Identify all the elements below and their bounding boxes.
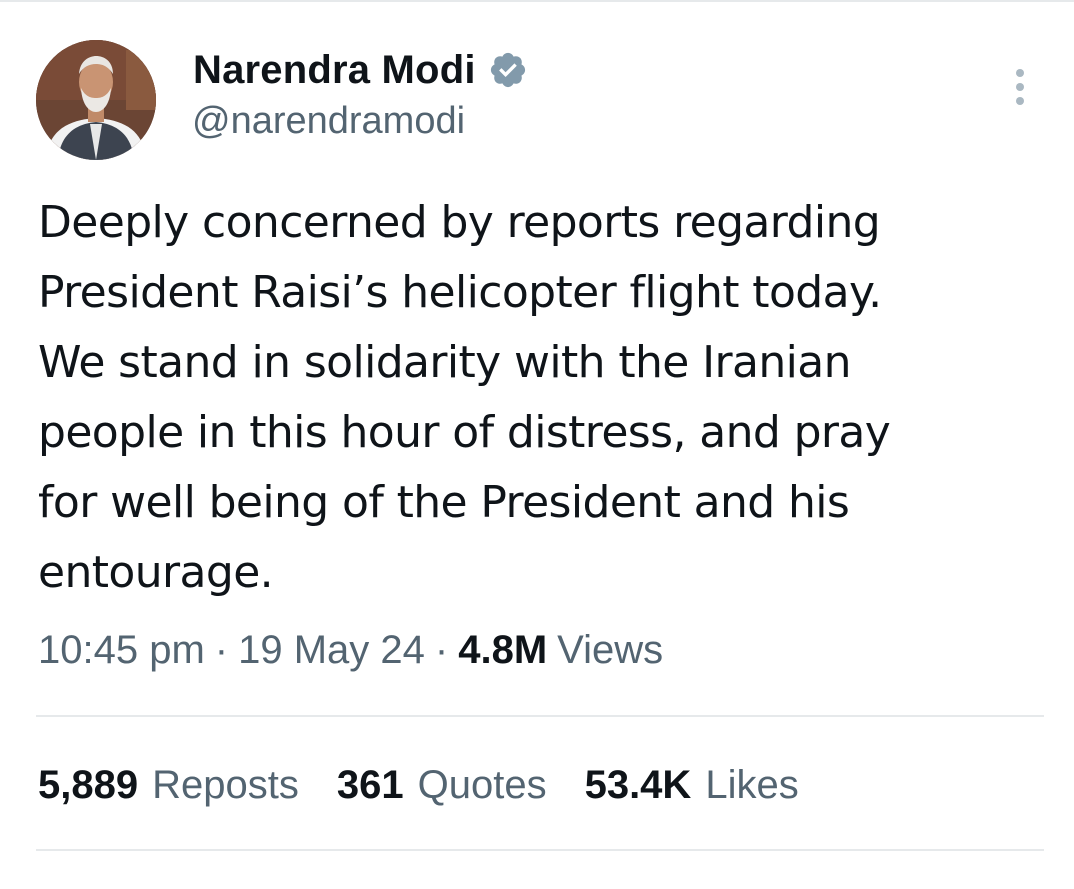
likes-stat[interactable]: 53.4K Likes — [585, 763, 799, 808]
views-count: 4.8M — [458, 628, 548, 672]
display-name[interactable]: Narendra Modi — [193, 48, 476, 93]
display-name-row[interactable]: Narendra Modi — [193, 46, 528, 94]
quotes-label: Quotes — [417, 763, 547, 807]
tweet-meta: 10:45 pm · 19 May 24 · 4.8M Views — [38, 628, 663, 673]
tweet-line: President Raisi’s helicopter flight toda… — [38, 267, 882, 318]
tweet-line: We stand in solidarity with the Iranian — [38, 337, 852, 388]
tweet-date[interactable]: 19 May 24 — [238, 628, 425, 673]
quotes-stat[interactable]: 361 Quotes — [337, 763, 547, 808]
top-divider — [0, 0, 1074, 2]
engagement-stats: 5,889 Reposts 361 Quotes 53.4K Likes — [38, 763, 837, 808]
tweet-line: Deeply concerned by reports regarding — [38, 197, 881, 248]
reposts-stat[interactable]: 5,889 Reposts — [38, 763, 299, 808]
more-vertical-icon — [1016, 69, 1024, 105]
reposts-label: Reposts — [152, 763, 299, 807]
divider — [36, 715, 1044, 717]
tweet-text: Deeply concerned by reports regarding Pr… — [38, 188, 1038, 608]
more-options-button[interactable] — [1005, 66, 1035, 110]
user-handle[interactable]: @narendramodi — [192, 100, 465, 143]
quotes-count: 361 — [336, 763, 404, 807]
profile-photo — [36, 40, 156, 160]
likes-count: 53.4K — [584, 763, 692, 807]
views-label: Views — [557, 628, 664, 672]
tweet-line: entourage. — [38, 547, 274, 598]
meta-separator: · — [434, 628, 449, 672]
avatar[interactable] — [36, 40, 156, 160]
tweet-line: people in this hour of distress, and pra… — [38, 407, 891, 458]
likes-label: Likes — [705, 763, 799, 807]
meta-separator: · — [214, 628, 229, 672]
reposts-count: 5,889 — [38, 763, 139, 807]
tweet-line: for well being of the President and his — [38, 477, 850, 528]
verified-badge-icon — [490, 52, 525, 88]
divider — [36, 849, 1044, 851]
tweet-time[interactable]: 10:45 pm — [38, 628, 205, 673]
